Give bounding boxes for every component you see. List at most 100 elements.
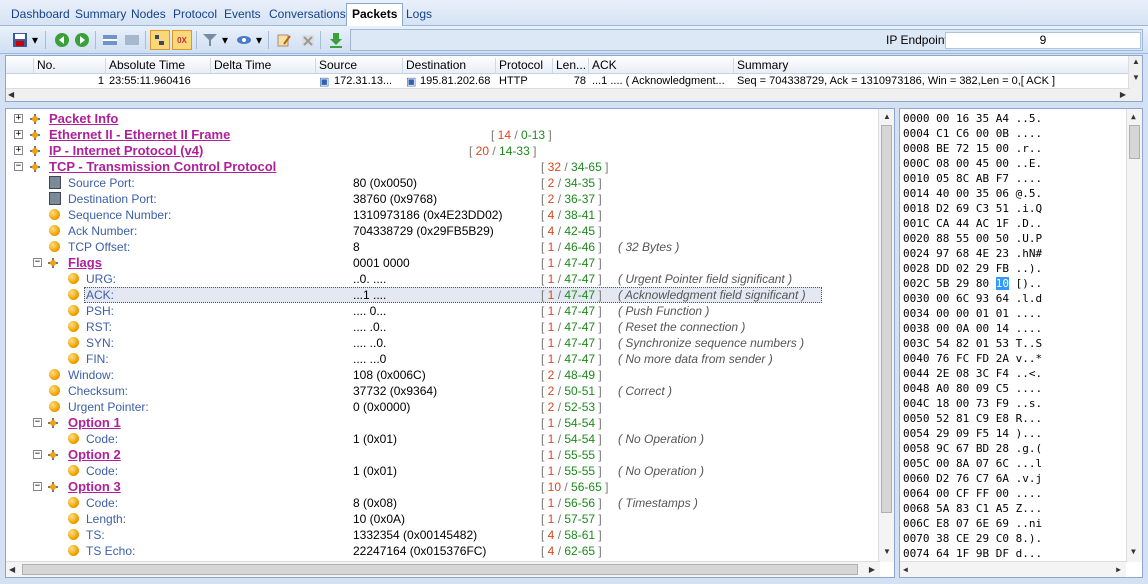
- hex-row[interactable]: 0020 88 55 00 50 .U.P: [903, 231, 1042, 247]
- hex-row[interactable]: 0030 00 6C 93 64 .l.d: [903, 291, 1042, 307]
- col-destination[interactable]: Destination: [403, 58, 496, 73]
- tree-field-ack-number[interactable]: Ack Number: 704338729 (0x29FB5B29) [ 4 /…: [6, 223, 881, 239]
- expand-icon[interactable]: +: [14, 146, 23, 155]
- filter-icon[interactable]: [200, 30, 220, 50]
- tree-vscroll[interactable]: ▲ ▼: [878, 109, 894, 562]
- tree-node-flags[interactable]: − Flags 0001 0000 [ 1 / 47-47 ]: [6, 255, 881, 271]
- collapse-icon[interactable]: −: [33, 258, 42, 267]
- hex-row[interactable]: 0044 2E 08 3C F4 ..<.: [903, 366, 1042, 382]
- hex-row[interactable]: 0070 38 CE 29 C0 8.).: [903, 531, 1042, 547]
- tree-field-destination-port[interactable]: Destination Port: 38760 (0x9768) [ 2 / 3…: [6, 191, 881, 207]
- hex-row[interactable]: 0068 5A 83 C1 A5 Z...: [903, 501, 1042, 517]
- hex-row[interactable]: 0048 A0 80 09 C5 ....: [903, 381, 1042, 397]
- packet-list-hscroll[interactable]: ◀ ▶: [6, 88, 1130, 101]
- tree-field-urgent-pointer[interactable]: Urgent Pointer: 0 (0x0000) [ 2 / 52-53 ]: [6, 399, 881, 415]
- hex-row[interactable]: 005C 00 8A 07 6C ...l: [903, 456, 1042, 472]
- save-icon[interactable]: [10, 30, 30, 50]
- hex-row[interactable]: 0010 05 8C AB F7 ....: [903, 171, 1042, 187]
- col-length[interactable]: Len...: [553, 58, 589, 73]
- hex-row[interactable]: 004C 18 00 73 F9 ..s.: [903, 396, 1042, 412]
- table-row[interactable]: 1 23:55:11.960416 ▣ 172.31.13... ▣ 195.8…: [6, 75, 1130, 89]
- collapse-icon[interactable]: −: [14, 162, 23, 171]
- download-icon[interactable]: [326, 30, 346, 50]
- tree-field-checksum[interactable]: Checksum: 37732 (0x9364) [ 2 / 50-51 ] (…: [6, 383, 881, 399]
- tab-summary[interactable]: Summary: [70, 4, 131, 24]
- tree-field-option-3-ts-echo[interactable]: TS Echo: 22247164 (0x015376FC) [ 4 / 62-…: [6, 543, 881, 559]
- hex-row[interactable]: 0034 00 00 01 01 ....: [903, 306, 1042, 322]
- tree-flag-fin[interactable]: FIN: .... ...0 [ 1 / 47-47 ] ( No more d…: [6, 351, 881, 367]
- hex-row[interactable]: 0060 D2 76 C7 6A .v.j: [903, 471, 1042, 487]
- packet-list-vscroll[interactable]: ▲ ▼: [1128, 56, 1142, 101]
- hex-row[interactable]: 0058 9C 67 BD 28 .g.(: [903, 441, 1042, 457]
- delete-icon[interactable]: [298, 30, 318, 50]
- chevron-down-icon[interactable]: ▾: [30, 30, 40, 50]
- tree-node-option-3[interactable]: − Option 3 [ 10 / 56-65 ]: [6, 479, 881, 495]
- tree-node-option-2[interactable]: − Option 2 [ 1 / 55-55 ]: [6, 447, 881, 463]
- tree-field-window[interactable]: Window: 108 (0x006C) [ 2 / 48-49 ]: [6, 367, 881, 383]
- hex-row[interactable]: 0074 64 1F 9B DF d...: [903, 546, 1042, 562]
- col-absolute-time[interactable]: Absolute Time: [106, 58, 211, 73]
- tree-flag-rst[interactable]: RST: .... .0.. [ 1 / 47-47 ] ( Reset the…: [6, 319, 881, 335]
- hex-row[interactable]: 0064 00 CF FF 00 ....: [903, 486, 1042, 502]
- tree-field-sequence-number[interactable]: Sequence Number: 1310973186 (0x4E23DD02)…: [6, 207, 881, 223]
- tab-dashboard[interactable]: Dashboard: [6, 4, 75, 24]
- tree-field-option-3-ts[interactable]: TS: 1332354 (0x00145482) [ 4 / 58-61 ]: [6, 527, 881, 543]
- tree-node-tcp[interactable]: − TCP - Transmission Control Protocol [ …: [6, 159, 881, 175]
- tree-hscroll[interactable]: ◀ ▶: [6, 561, 880, 577]
- tree-field-option-2-code[interactable]: Code: 1 (0x01) [ 1 / 55-55 ] ( No Operat…: [6, 463, 881, 479]
- tree-field-option-3-length[interactable]: Length: 10 (0x0A) [ 1 / 57-57 ]: [6, 511, 881, 527]
- tree-field-option-1-code[interactable]: Code: 1 (0x01) [ 1 / 54-54 ] ( No Operat…: [6, 431, 881, 447]
- chevron-down-icon[interactable]: ▾: [220, 30, 230, 50]
- expand-icon[interactable]: +: [14, 114, 23, 123]
- hex-row[interactable]: 0028 DD 02 29 FB ..).: [903, 261, 1042, 277]
- tree-flag-syn[interactable]: SYN: .... ..0. [ 1 / 47-47 ] ( Synchroni…: [6, 335, 881, 351]
- hex-view-icon[interactable]: 0X: [172, 30, 192, 50]
- layout-vertical-icon[interactable]: [122, 30, 142, 50]
- hex-row[interactable]: 0008 BE 72 15 00 .r..: [903, 141, 1042, 157]
- back-icon[interactable]: [52, 30, 72, 50]
- tab-packets[interactable]: Packets: [346, 3, 404, 26]
- hex-row[interactable]: 0004 C1 C6 00 0B ....: [903, 126, 1042, 142]
- scrollbar-thumb[interactable]: [1129, 125, 1140, 159]
- tree-field-tcp-offset[interactable]: TCP Offset: 8 [ 1 / 46-46 ] ( 32 Bytes ): [6, 239, 881, 255]
- scrollbar-thumb[interactable]: [881, 125, 892, 513]
- hex-row[interactable]: 0018 D2 69 C3 51 .i.Q: [903, 201, 1042, 217]
- tree-node-ip[interactable]: + IP - Internet Protocol (v4) [ 20 / 14-…: [6, 143, 881, 159]
- tree-view-icon[interactable]: [150, 30, 170, 50]
- hex-row[interactable]: 0050 52 81 C9 E8 R...: [903, 411, 1042, 427]
- hex-row[interactable]: 006C E8 07 6E 69 ..ni: [903, 516, 1042, 532]
- collapse-icon[interactable]: −: [33, 418, 42, 427]
- tree-flag-ack[interactable]: ACK: ...1 .... [ 1 / 47-47 ] ( Acknowled…: [6, 287, 881, 303]
- tree-field-option-3-code[interactable]: Code: 8 (0x08) [ 1 / 56-56 ] ( Timestamp…: [6, 495, 881, 511]
- tree-field-source-port[interactable]: Source Port: 80 (0x0050) [ 2 / 34-35 ]: [6, 175, 881, 191]
- chevron-down-icon[interactable]: ▾: [254, 30, 264, 50]
- col-delta-time[interactable]: Delta Time: [211, 58, 316, 73]
- hex-hscroll[interactable]: ◀ ▶: [900, 561, 1126, 577]
- edit-icon[interactable]: [274, 30, 294, 50]
- connection-icon[interactable]: [234, 30, 254, 50]
- tree-node-option-1[interactable]: − Option 1 [ 1 / 54-54 ]: [6, 415, 881, 431]
- tab-conversations[interactable]: Conversations: [264, 4, 351, 24]
- col-ack[interactable]: ACK: [589, 58, 734, 73]
- expand-icon[interactable]: +: [14, 130, 23, 139]
- col-summary[interactable]: Summary: [734, 58, 1130, 73]
- col-no[interactable]: No.: [34, 58, 106, 73]
- tab-logs[interactable]: Logs: [401, 4, 437, 24]
- tab-nodes[interactable]: Nodes: [126, 4, 171, 24]
- scrollbar-thumb[interactable]: [22, 564, 858, 575]
- forward-icon[interactable]: [72, 30, 92, 50]
- tab-events[interactable]: Events: [219, 4, 266, 24]
- col-protocol[interactable]: Protocol: [496, 58, 553, 73]
- hex-row[interactable]: 0040 76 FC FD 2A v..*: [903, 351, 1042, 367]
- col-source[interactable]: Source: [316, 58, 403, 73]
- tab-protocol[interactable]: Protocol: [168, 4, 222, 24]
- hex-row[interactable]: 0038 00 0A 00 14 ....: [903, 321, 1042, 337]
- hex-row[interactable]: 000C 08 00 45 00 ..E.: [903, 156, 1042, 172]
- hex-row[interactable]: 0054 29 09 F5 14 )...: [903, 426, 1042, 442]
- tree-flag-urg[interactable]: URG: ..0. .... [ 1 / 47-47 ] ( Urgent Po…: [6, 271, 881, 287]
- hex-vscroll[interactable]: ▲ ▼: [1126, 109, 1142, 562]
- collapse-icon[interactable]: −: [33, 450, 42, 459]
- hex-row[interactable]: 0024 97 68 4E 23 .hN#: [903, 246, 1042, 262]
- tree-flag-psh[interactable]: PSH: .... 0... [ 1 / 47-47 ] ( Push Func…: [6, 303, 881, 319]
- hex-row[interactable]: 0014 40 00 35 06 @.5.: [903, 186, 1042, 202]
